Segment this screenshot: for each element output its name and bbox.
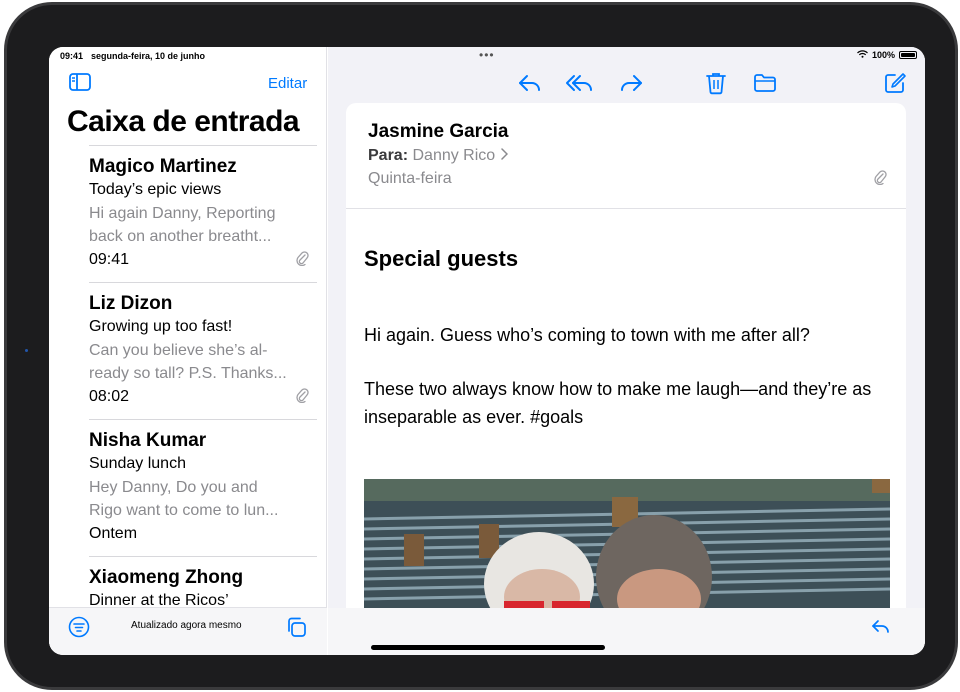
reply-icon[interactable] xyxy=(517,71,543,95)
mailbox-sidebar: Editar Caixa de entrada Magico Martinez … xyxy=(49,47,327,655)
attached-photo[interactable] xyxy=(364,479,890,608)
inbox-title: Caixa de entrada xyxy=(67,105,300,138)
message-subject: Growing up too fast! xyxy=(89,318,233,335)
message-preview: back on another breatht... xyxy=(89,228,272,245)
paperclip-icon xyxy=(873,169,887,186)
message-sender: Magico Martinez xyxy=(89,156,237,177)
email-message: Jasmine Garcia Para: Danny Rico Quinta-f… xyxy=(346,103,906,608)
message-sender: Liz Dizon xyxy=(89,293,173,314)
list-item[interactable]: Nisha Kumar Sunday lunch Hey Danny, Do y… xyxy=(89,419,317,556)
list-item[interactable]: Magico Martinez Today’s epic views Hi ag… xyxy=(89,145,317,282)
mailboxes-icon[interactable] xyxy=(285,616,307,638)
status-indicators: 100% xyxy=(857,50,917,60)
edit-button[interactable]: Editar xyxy=(268,75,307,92)
message-preview: Hi again Danny, Reporting xyxy=(89,205,276,222)
front-camera-indicator xyxy=(25,349,28,352)
message-detail-pane: Jasmine Garcia Para: Danny Rico Quinta-f… xyxy=(328,47,925,655)
filter-icon[interactable] xyxy=(68,616,90,638)
message-time: 09:41 xyxy=(89,251,130,268)
email-body-paragraph: These two always know how to make me lau… xyxy=(364,379,872,427)
trash-icon[interactable] xyxy=(705,71,727,95)
ipad-frame: Editar Caixa de entrada Magico Martinez … xyxy=(4,2,958,690)
multitasking-dots-icon[interactable]: ••• xyxy=(479,48,495,62)
sender-name[interactable]: Jasmine Garcia xyxy=(368,121,508,143)
email-subject: Special guests xyxy=(364,246,519,271)
recipient-line[interactable]: Para: Danny Rico xyxy=(368,147,510,165)
paperclip-icon xyxy=(295,387,309,404)
email-date: Quinta-feira xyxy=(368,170,452,187)
status-date: segunda-feira, 10 de junho xyxy=(91,51,206,61)
message-preview: Hey Danny, Do you and xyxy=(89,479,258,496)
message-sender: Nisha Kumar xyxy=(89,430,207,451)
message-preview: ready so tall? P.S. Thanks... xyxy=(89,365,287,382)
message-list: Magico Martinez Today’s epic views Hi ag… xyxy=(89,145,317,655)
screen: Editar Caixa de entrada Magico Martinez … xyxy=(49,47,925,655)
sidebar-bottom-bar: Atualizado agora mesmo xyxy=(49,607,327,655)
wifi-icon xyxy=(857,50,868,60)
status-bar: 09:41 segunda-feira, 10 de junho ••• 100… xyxy=(49,47,925,67)
chevron-right-icon xyxy=(500,147,510,165)
paperclip-icon xyxy=(295,250,309,267)
battery-percentage: 100% xyxy=(871,50,895,60)
status-time: 09:41 xyxy=(60,51,84,61)
message-subject: Sunday lunch xyxy=(89,455,186,472)
battery-icon xyxy=(899,51,917,59)
email-header: Jasmine Garcia Para: Danny Rico Quinta-f… xyxy=(346,103,906,209)
folder-icon[interactable] xyxy=(752,71,778,95)
compose-icon[interactable] xyxy=(882,71,908,95)
recipient-name: Danny Rico xyxy=(412,147,496,164)
message-time: Ontem xyxy=(89,525,138,542)
message-preview: Rigo want to come to lun... xyxy=(89,502,279,519)
message-sender: Xiaomeng Zhong xyxy=(89,567,244,588)
sidebar-toggle-icon[interactable] xyxy=(69,73,91,91)
to-label: Para: xyxy=(368,147,409,164)
update-status: Atualizado agora mesmo xyxy=(131,620,242,631)
message-time: 08:02 xyxy=(89,388,130,405)
home-indicator xyxy=(371,645,605,650)
reply-icon[interactable] xyxy=(870,618,892,636)
list-item[interactable]: Liz Dizon Growing up too fast! Can you b… xyxy=(89,282,317,419)
message-subject: Today’s epic views xyxy=(89,181,222,198)
forward-icon[interactable] xyxy=(618,71,644,95)
reply-all-icon[interactable] xyxy=(565,71,595,95)
email-body-paragraph: Hi again. Guess who’s coming to town wit… xyxy=(364,325,810,345)
message-preview: Can you believe she’s al- xyxy=(89,342,268,359)
